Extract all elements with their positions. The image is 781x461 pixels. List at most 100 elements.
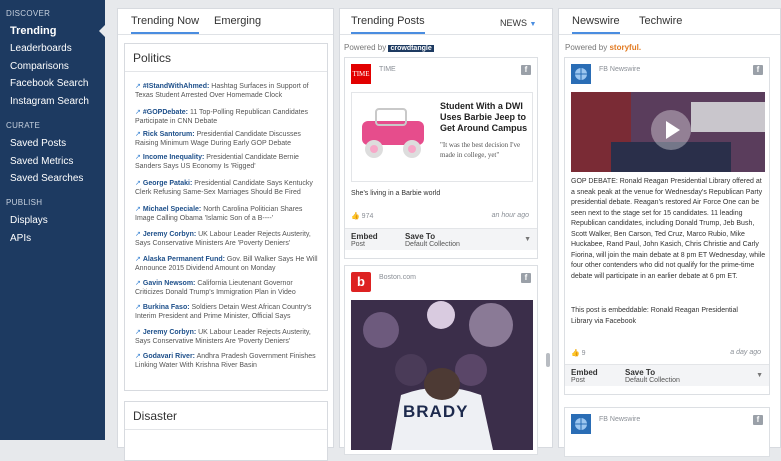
trend-item[interactable]: ↗ Rick Santorum: Presidential Candidate D…	[135, 130, 321, 148]
post-source[interactable]: TIME	[379, 66, 396, 73]
newswire-card: FB Newswire f GOP DEBATE: Ronald Reagan …	[564, 57, 770, 395]
post-time: a day ago	[730, 349, 761, 356]
powered-by: Powered by storyful.	[565, 43, 642, 52]
trend-item[interactable]: ↗ #GOPDebate: 11 Top-Polling Republican C…	[135, 108, 321, 126]
embed-button[interactable]: Embed Post	[351, 232, 378, 248]
embed-button[interactable]: Embed Post	[571, 368, 598, 384]
sidebar-item-leaderboards[interactable]: Leaderboards	[0, 40, 105, 58]
storyful-logo: storyful.	[609, 43, 642, 52]
sidebar-item-comparisons[interactable]: Comparisons	[0, 58, 105, 76]
trend-arrow-icon: ↗	[135, 304, 141, 311]
chevron-down-icon[interactable]: ▼	[524, 236, 531, 243]
trend-item[interactable]: ↗ Alaska Permanent Fund: Gov. Bill Walker…	[135, 255, 321, 273]
sidebar-item-instagram-search[interactable]: Instagram Search	[0, 93, 105, 111]
trend-item[interactable]: ↗ Godavari River: Andhra Pradesh Governme…	[135, 352, 321, 370]
trend-arrow-icon: ↗	[135, 131, 141, 138]
post-source[interactable]: FB Newswire	[599, 416, 640, 423]
news-dropdown-label: NEWS	[500, 18, 527, 28]
trend-item[interactable]: ↗ Jeremy Corbyn: UK Labour Leader Rejects…	[135, 328, 321, 346]
play-icon[interactable]	[651, 110, 691, 150]
save-to-button[interactable]: Save To Default Collection	[625, 368, 680, 384]
disaster-title: Disaster	[125, 402, 327, 430]
trend-item[interactable]: ↗ Jeremy Corbyn: UK Labour Leader Rejects…	[135, 230, 321, 248]
sidebar-item-saved-posts[interactable]: Saved Posts	[0, 135, 105, 153]
post-card-time: TIME TIME f Student With a DWI Uses Barb…	[344, 57, 538, 259]
post-source[interactable]: Boston.com	[379, 274, 416, 281]
facebook-icon[interactable]: f	[753, 65, 763, 75]
fb-newswire-logo	[571, 64, 591, 84]
brady-photo[interactable]: BRADY	[351, 300, 533, 450]
trend-item[interactable]: ↗ #IStandWithAhmed: Hashtag Surfaces in S…	[135, 82, 321, 100]
trend-item[interactable]: ↗ Gavin Newsom: California Lieutenant Gov…	[135, 279, 321, 297]
trend-name[interactable]: Jeremy Corbyn:	[143, 231, 196, 238]
trend-name[interactable]: George Pataki:	[143, 180, 192, 187]
trending-column: Trending Now Emerging Politics ↗ #IStandW…	[117, 8, 334, 461]
trend-arrow-icon: ↗	[135, 280, 141, 287]
chevron-down-icon[interactable]: ▼	[756, 372, 763, 379]
facebook-icon[interactable]: f	[521, 273, 531, 283]
post-quote: "It was the best decision I've made in c…	[440, 141, 521, 159]
like-icon: 👍	[571, 350, 580, 357]
facebook-icon[interactable]: f	[753, 415, 763, 425]
politics-box: Politics ↗ #IStandWithAhmed: Hashtag Surf…	[124, 43, 328, 391]
save-to-button[interactable]: Save To Default Collection	[405, 232, 460, 248]
trend-arrow-icon: ↗	[135, 231, 141, 238]
sidebar-item-saved-metrics[interactable]: Saved Metrics	[0, 153, 105, 171]
trend-arrow-icon: ↗	[135, 180, 141, 187]
trend-name[interactable]: Rick Santorum:	[143, 131, 195, 138]
video-thumbnail[interactable]	[571, 92, 765, 172]
sidebar-item-displays[interactable]: Displays	[0, 212, 105, 230]
post-actions: Embed Post Save To Default Collection ▼	[345, 228, 537, 250]
trend-arrow-icon: ↗	[135, 206, 141, 213]
post-body: GOP DEBATE: Ronald Reagan Presidential L…	[571, 178, 766, 280]
interaction-count: 👍 9	[571, 350, 586, 357]
tab-emerging[interactable]: Emerging	[214, 15, 261, 27]
trend-name[interactable]: Alaska Permanent Fund:	[143, 256, 225, 263]
trend-item[interactable]: ↗ Michael Speciale: North Carolina Politi…	[135, 205, 321, 223]
trend-name[interactable]: Godavari River:	[143, 353, 195, 360]
trend-arrow-icon: ↗	[135, 83, 141, 90]
trend-item[interactable]: ↗ Income Inequality: Presidential Candida…	[135, 153, 321, 171]
trend-name[interactable]: Income Inequality:	[143, 154, 204, 161]
trend-arrow-icon: ↗	[135, 256, 141, 263]
trend-name[interactable]: Gavin Newsom:	[143, 280, 196, 287]
crowdtangle-logo: crowdtangle	[388, 45, 434, 52]
powered-by: Powered by crowdtangle	[344, 43, 434, 52]
trend-name[interactable]: Burkina Faso:	[143, 304, 190, 311]
crowd-image	[351, 300, 533, 450]
trend-name[interactable]: #IStandWithAhmed:	[143, 83, 209, 90]
scrollbar-thumb[interactable]	[546, 353, 550, 367]
newswire-tabs: Newswire Techwire	[559, 9, 780, 35]
tab-newswire[interactable]: Newswire	[572, 15, 620, 34]
sidebar: DISCOVER Trending Leaderboards Compariso…	[0, 0, 105, 440]
facebook-icon[interactable]: f	[521, 65, 531, 75]
trend-name[interactable]: Jeremy Corbyn:	[143, 329, 196, 336]
sidebar-item-facebook-search[interactable]: Facebook Search	[0, 75, 105, 93]
newswire-column: Newswire Techwire Powered by storyful. F…	[558, 8, 781, 457]
post-card-boston: b Boston.com f BRADY	[344, 265, 538, 455]
trend-name[interactable]: Michael Speciale:	[143, 206, 201, 213]
post-time: an hour ago	[491, 212, 529, 219]
sidebar-item-saved-searches[interactable]: Saved Searches	[0, 170, 105, 188]
trend-item[interactable]: ↗ George Pataki: Presidential Candidate S…	[135, 179, 321, 197]
link-preview[interactable]: Student With a DWI Uses Barbie Jeep to G…	[351, 92, 533, 182]
tab-techwire[interactable]: Techwire	[639, 15, 682, 27]
tab-trending-now[interactable]: Trending Now	[131, 15, 200, 34]
trend-arrow-icon: ↗	[135, 154, 141, 161]
barbie-jeep-image	[362, 108, 424, 158]
trend-item[interactable]: ↗ Burkina Faso: Soldiers Detain West Afri…	[135, 303, 321, 321]
post-source[interactable]: FB Newswire	[599, 66, 640, 73]
fb-newswire-logo	[571, 414, 591, 434]
boston-logo: b	[351, 272, 371, 292]
tab-trending-posts[interactable]: Trending Posts	[351, 15, 425, 34]
newswire-card-2: FB Newswire f	[564, 407, 770, 457]
embed-note: This post is embeddable: Ronald Reagan P…	[571, 307, 738, 325]
news-dropdown[interactable]: NEWS ▼	[500, 18, 536, 28]
trend-arrow-icon: ↗	[135, 109, 141, 116]
jersey-text: BRADY	[403, 402, 469, 421]
sidebar-item-trending[interactable]: Trending	[0, 22, 105, 40]
trend-name[interactable]: #GOPDebate:	[143, 109, 188, 116]
section-label-curate: CURATE	[6, 121, 41, 130]
sidebar-item-apis[interactable]: APIs	[0, 230, 105, 248]
time-logo: TIME	[351, 64, 371, 84]
